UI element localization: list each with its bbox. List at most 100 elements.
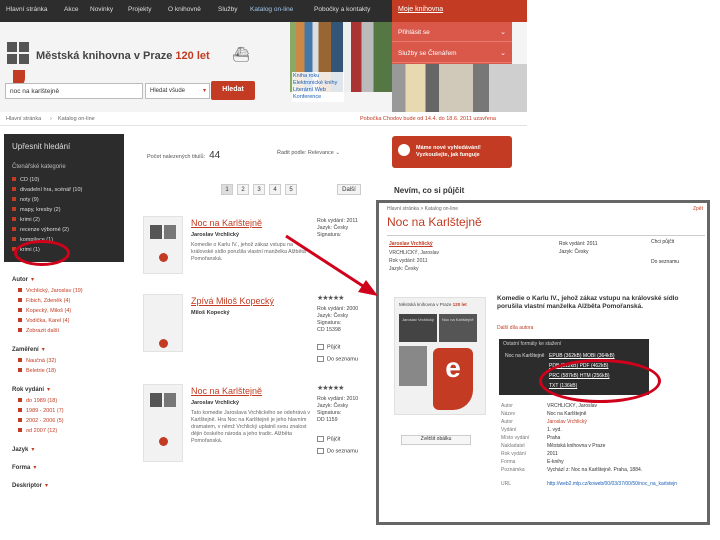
zoom-cover-button[interactable]: Zvětšit obálku [401, 435, 471, 445]
detail-back-link[interactable]: Zpět [693, 206, 703, 212]
search-button[interactable]: Hledat [211, 81, 255, 100]
facet-descriptor[interactable]: Deskriptor ▾ [12, 482, 48, 489]
cover-publisher: Městská knihovna v Praze 120 let [399, 302, 467, 307]
sort-select[interactable]: Řadit podle: Relevance ⌄ [277, 150, 340, 156]
anniversary-label: 120 let [175, 50, 210, 62]
chevron-down-icon: ▾ [31, 447, 35, 453]
nav-about[interactable]: O knihovně [168, 6, 201, 13]
my-library-menu[interactable]: Moje knihovna [392, 0, 527, 22]
facet-item[interactable]: Naučná (32) [18, 358, 56, 364]
result-title[interactable]: Noc na Karlštejně [191, 218, 262, 228]
facet-item[interactable]: Beletrie (18) [18, 368, 56, 374]
top-navigation: Hlavní stránka Akce Novinky Projekty O k… [0, 0, 527, 22]
page-1[interactable]: 1 [221, 184, 233, 195]
page-5[interactable]: 5 [285, 184, 297, 195]
author-portrait [399, 346, 427, 386]
field-value[interactable]: Jaroslav Vrchlický [547, 419, 677, 425]
borrow-button[interactable]: Půjčit [317, 344, 340, 350]
category-item[interactable]: recenze výborné (2) [12, 227, 69, 233]
field-value: Vychází z: Noc na Karlštejně. Praha, 188… [547, 467, 643, 473]
my-library-label: Moje knihovna [398, 6, 444, 13]
result-author: Jaroslav Vrchlický [191, 400, 240, 406]
category-item[interactable]: CD (10) [12, 177, 39, 183]
facet-item[interactable]: 1989 - 2001 (7) [18, 408, 64, 414]
facet-show-more[interactable]: Zobrazit další [18, 328, 59, 334]
promo-link[interactable]: Elektronické knihy [293, 80, 343, 87]
promo-link[interactable]: Kniha roku [293, 73, 343, 80]
detail-borrow-link[interactable]: Chci půjčit [651, 239, 674, 245]
field-label: Autor [501, 403, 513, 409]
field-value: Noc na Karlštejně [547, 411, 587, 417]
library-name[interactable]: Městská knihovna v Praze 120 let [36, 50, 210, 62]
facet-item[interactable]: Fibich, Zdeněk (4) [18, 298, 70, 304]
borrow-button[interactable]: Půjčit [317, 436, 340, 442]
field-label: Vydání [501, 427, 517, 433]
facet-form[interactable]: Forma ▾ [12, 464, 36, 471]
search-input[interactable]: noc na karlštejně [5, 83, 143, 99]
facet-focus[interactable]: Zaměření ▾ [12, 346, 45, 353]
facet-item[interactable]: do 1989 (18) [18, 398, 57, 404]
category-item[interactable]: mapy, kresby (2) [12, 207, 61, 213]
page-4[interactable]: 4 [269, 184, 281, 195]
facet-item[interactable]: Vrchlický, Jaroslav (19) [18, 288, 83, 294]
recommendation-heading: Nevím, co si půjčit [394, 186, 465, 195]
add-to-list-button[interactable]: Do seznamu [317, 448, 358, 454]
add-to-list-button[interactable]: Do seznamu [317, 356, 358, 362]
page-2[interactable]: 2 [237, 184, 249, 195]
book-cover[interactable] [143, 384, 183, 462]
promo-link[interactable]: Literární Web [293, 87, 343, 94]
facet-item[interactable]: 2002 - 2006 (5) [18, 418, 64, 424]
facet-item[interactable]: od 2007 (12) [18, 428, 57, 434]
borrow-icon [317, 436, 324, 442]
book-cover[interactable] [143, 294, 183, 352]
result-meta: Rok vydání: 2000 Jazyk: Česky Signatura:… [317, 306, 359, 333]
closure-notice[interactable]: Pobočka Chodov bude od 14.4. do 18.6. 20… [360, 116, 496, 122]
result-title[interactable]: Noc na Karlštejně [191, 386, 262, 396]
new-search-promo-text: Máme nové vyhledávání! Vyzkoušejte, jak … [416, 145, 481, 158]
category-item[interactable]: krimi (2) [12, 217, 40, 223]
category-item[interactable]: noty (9) [12, 197, 39, 203]
field-value-url[interactable]: http://web2.mlp.cz/koweb/00/03/37/00/50/… [547, 481, 677, 487]
facet-item[interactable]: Vodička, Karel (4) [18, 318, 69, 324]
category-item[interactable]: divadelní hra, scénář (10) [12, 187, 82, 193]
other-works-link[interactable]: Další díla autora [497, 325, 533, 331]
nav-home[interactable]: Hlavní stránka [6, 6, 48, 13]
field-label: Poznámka [501, 467, 525, 473]
search-scope-select[interactable]: Hledat všude ▾ [145, 83, 210, 99]
facet-item[interactable]: Kopecký, Miloš (4) [18, 308, 71, 314]
result-meta: Rok vydání: 2011 Jazyk: Česky Signatura: [317, 218, 358, 238]
detail-line: VRCHLICKÝ, Jaroslav [389, 250, 440, 256]
chevron-down-icon: ▾ [33, 465, 37, 471]
next-page-button[interactable]: Další [337, 184, 361, 195]
nav-catalog[interactable]: Katalog on-line [250, 6, 293, 13]
nav-news[interactable]: Novinky [90, 6, 113, 13]
facet-language[interactable]: Jazyk ▾ [12, 446, 34, 453]
result-title[interactable]: Zpívá Miloš Kopecký [191, 296, 274, 306]
nav-events[interactable]: Akce [64, 6, 78, 13]
result-author: Jaroslav Vrchlický [191, 232, 240, 238]
nav-branches[interactable]: Pobočky a kontakty [314, 6, 370, 13]
reader-services-item[interactable]: Služby se Čtenářem ⌄ [392, 43, 512, 63]
rating-stars: ★★★★★ [317, 295, 344, 302]
login-item[interactable]: Přihlásit se ⌄ [392, 22, 512, 42]
chat-icon [398, 144, 410, 156]
new-search-promo-button[interactable]: Máme nové vyhledávání! Vyzkoušejte, jak … [392, 136, 512, 168]
page-3[interactable]: 3 [253, 184, 265, 195]
book-cover[interactable] [143, 216, 183, 274]
facet-author[interactable]: Autor ▾ [12, 276, 34, 283]
promo-link[interactable]: Konference [293, 94, 343, 101]
detail-breadcrumb[interactable]: Hlavní stránka > Katalog on-line [387, 206, 458, 212]
detail-add-list-link[interactable]: Do seznamu [651, 259, 679, 265]
detail-book-cover[interactable]: Městská knihovna v Praze 120 let Jarosla… [394, 297, 486, 415]
nav-services[interactable]: Služby [218, 6, 238, 13]
my-library-dropdown: Přihlásit se ⌄ Služby se Čtenářem ⌄ [392, 22, 512, 64]
breadcrumb-home[interactable]: Hlavní stránka [6, 116, 41, 122]
field-value: E-knihy [547, 459, 564, 465]
detail-author[interactable]: Jaroslav Vrchlický [389, 241, 433, 247]
chevron-down-icon: ▾ [41, 347, 45, 353]
promo-links: Kniha roku Elektronické knihy Literární … [292, 72, 344, 102]
nav-projects[interactable]: Projekty [128, 6, 151, 13]
highlight-circle [539, 359, 661, 403]
list-icon [317, 448, 324, 454]
facet-year[interactable]: Rok vydání ▾ [12, 386, 50, 393]
